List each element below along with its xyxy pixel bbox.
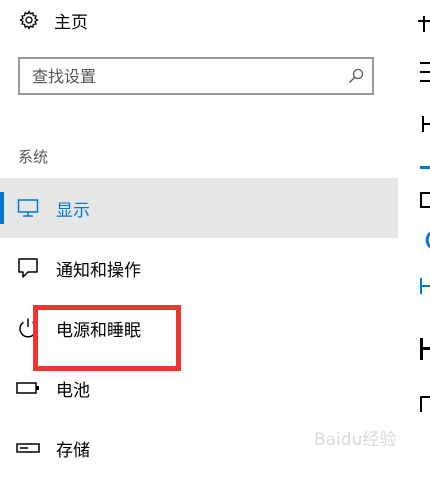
content-fragment (418, 14, 430, 39)
monitor-icon (16, 196, 40, 220)
home-nav-item[interactable]: 主页 (18, 6, 88, 34)
sidebar-item-label: 显示 (56, 200, 90, 221)
section-label-system: 系统 (18, 148, 49, 166)
content-fragment (422, 116, 430, 137)
content-fragment (420, 278, 430, 299)
sidebar-item-notifications[interactable]: 通知和操作 (0, 238, 398, 298)
gear-icon (18, 9, 40, 31)
battery-icon (16, 376, 40, 400)
content-fragment (420, 154, 430, 175)
sidebar-item-label: 电池 (56, 380, 90, 401)
watermark-text: Baidu经验 (314, 430, 396, 450)
annotation-highlight-box (33, 305, 181, 371)
search-icon[interactable] (340, 61, 372, 91)
notification-icon (16, 256, 40, 280)
settings-sidebar: 主页 系统 显示 通知和操作 (0, 0, 398, 464)
content-fragment (420, 60, 430, 89)
sidebar-item-label: 通知和操作 (56, 260, 141, 281)
content-fragment (420, 338, 430, 365)
content-fragment (420, 396, 430, 417)
sidebar-item-label: 存储 (56, 440, 90, 461)
content-fragment (420, 230, 430, 255)
sidebar-item-display[interactable]: 显示 (0, 178, 398, 238)
home-label: 主页 (54, 12, 88, 33)
search-input[interactable] (20, 60, 340, 92)
content-pane-edge (398, 0, 430, 464)
content-fragment (420, 192, 430, 213)
settings-search-box (18, 57, 374, 95)
storage-icon (16, 436, 40, 460)
baidu-watermark: Baidu经验 (312, 424, 422, 458)
active-indicator (0, 192, 4, 224)
